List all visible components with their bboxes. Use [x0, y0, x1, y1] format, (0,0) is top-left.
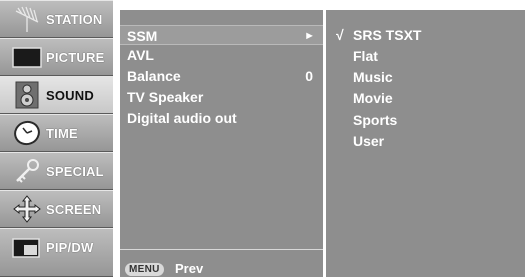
option-user[interactable]: User — [326, 131, 525, 152]
option-srs-tsxt[interactable]: √ SRS TSXT — [326, 25, 525, 46]
option-music[interactable]: Music — [326, 67, 525, 88]
option-label: Sports — [353, 112, 398, 128]
menu-item-ssm[interactable]: SSM ► — [120, 25, 323, 45]
panel-gap — [113, 0, 120, 277]
menu-item-tv-speaker[interactable]: TV Speaker — [120, 87, 323, 107]
sidebar-item-picture[interactable]: PICTURE — [0, 38, 113, 76]
option-flat[interactable]: Flat — [326, 46, 525, 67]
option-label: SRS TSXT — [353, 27, 422, 43]
menu-item-avl[interactable]: AVL — [120, 45, 323, 65]
option-movie[interactable]: Movie — [326, 88, 525, 109]
menu-item-label: Balance — [127, 68, 181, 84]
pip-icon — [10, 235, 44, 263]
menu-key-badge[interactable]: MENU — [125, 263, 164, 276]
menu-item-label: AVL — [127, 47, 154, 63]
sidebar-item-label: SPECIAL — [46, 164, 104, 179]
menu-item-label: SSM — [127, 28, 158, 44]
menu-item-label: TV Speaker — [127, 89, 204, 105]
balance-value: 0 — [305, 68, 313, 84]
speaker-icon — [10, 81, 44, 109]
menu-item-label: Digital audio out — [127, 110, 237, 126]
option-sports[interactable]: Sports — [326, 110, 525, 131]
option-label: Movie — [353, 90, 393, 106]
ssm-options-panel: √ SRS TSXT Flat Music Movie Sports User — [326, 10, 525, 277]
sidebar-item-label: SOUND — [46, 88, 94, 103]
sidebar-item-label: PICTURE — [46, 50, 105, 65]
sidebar-item-label: SCREEN — [46, 202, 102, 217]
sidebar-item-pip[interactable]: PIP/DW — [0, 228, 113, 277]
sidebar-item-time[interactable]: TIME — [0, 114, 113, 152]
sound-menu-panel: SSM ► AVL Balance 0 TV Speaker Digital a… — [120, 10, 323, 277]
submenu-arrow-icon: ► — [304, 30, 315, 42]
sidebar-item-screen[interactable]: SCREEN — [0, 190, 113, 228]
tv-screen-icon — [10, 43, 44, 71]
menu-item-balance[interactable]: Balance 0 — [120, 66, 323, 86]
prev-hint-label: Prev — [175, 261, 204, 276]
option-label: User — [353, 133, 385, 149]
menu-item-digital-audio-out[interactable]: Digital audio out — [120, 108, 323, 128]
sidebar-item-label: TIME — [46, 126, 78, 141]
option-label: Music — [353, 69, 393, 85]
sidebar-item-label: STATION — [46, 12, 103, 27]
panel-divider — [120, 249, 323, 250]
option-label: Flat — [353, 48, 378, 64]
sidebar-item-label: PIP/DW — [46, 240, 94, 255]
key-icon — [10, 157, 44, 185]
checkmark-icon: √ — [336, 27, 344, 43]
move-arrows-icon — [10, 195, 44, 223]
sidebar-item-special[interactable]: SPECIAL — [0, 152, 113, 190]
antenna-icon — [10, 5, 44, 33]
sidebar-item-station[interactable]: STATION — [0, 0, 113, 38]
main-menu-sidebar: STATION PICTURE SOUND TIME SPECIAL SCREE… — [0, 0, 113, 277]
sidebar-item-sound[interactable]: SOUND — [0, 76, 113, 114]
clock-icon — [10, 119, 44, 147]
